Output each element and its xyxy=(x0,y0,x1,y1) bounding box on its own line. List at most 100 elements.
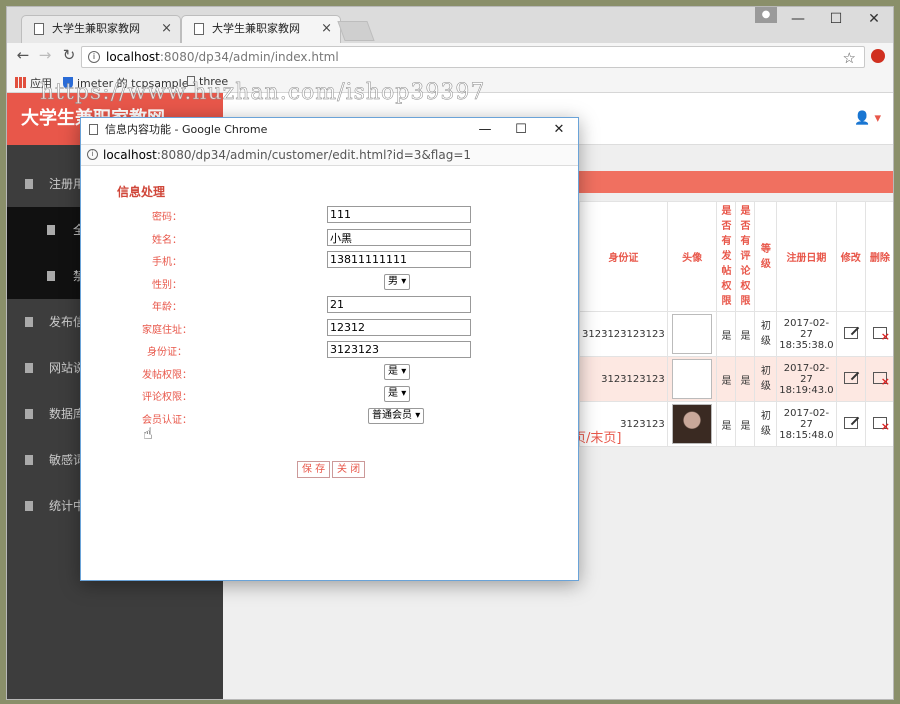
url-host: localhost xyxy=(103,148,157,162)
chevron-down-icon: ▾ xyxy=(401,276,407,287)
cell-avatar xyxy=(666,311,718,357)
edit-button[interactable] xyxy=(835,356,866,402)
cell-idcard: 3123123123123 xyxy=(579,311,668,357)
document-icon xyxy=(34,23,44,35)
cell-comment: 是 xyxy=(735,401,756,447)
post-perm-label: 发帖权限： xyxy=(142,370,192,381)
pager-links[interactable]: 页/末页] xyxy=(573,427,621,446)
close-icon[interactable]: × xyxy=(161,16,172,42)
address-label: 家庭住址： xyxy=(142,325,192,336)
age-label: 年龄： xyxy=(152,302,182,313)
close-window-button[interactable]: ✕ xyxy=(541,118,577,142)
col-header-avatar: 头像 xyxy=(666,201,718,312)
edit-icon xyxy=(843,371,858,384)
col-header-edit: 修改 xyxy=(835,201,866,312)
address-bar[interactable]: i localhost:8080/dp34/admin/index.html ☆ xyxy=(81,46,865,68)
post-perm-select[interactable]: 是 ▾ xyxy=(384,364,411,380)
table-row: 3123123123 是 是 初级 2017-02-27 18:19:43.0 xyxy=(579,356,893,402)
info-icon[interactable]: i xyxy=(87,149,98,160)
edit-button[interactable] xyxy=(835,401,866,447)
cell-comment: 是 xyxy=(735,356,756,402)
phone-input[interactable] xyxy=(327,251,471,268)
delete-icon xyxy=(872,326,890,343)
chevron-down-icon: ▾ xyxy=(401,388,407,399)
apps-grid-icon xyxy=(15,77,26,88)
avatar xyxy=(672,404,713,444)
file-icon xyxy=(25,179,33,189)
col-header-comment-perm: 是否有评论权限 xyxy=(735,201,756,312)
address-input[interactable] xyxy=(327,319,471,336)
cell-avatar xyxy=(666,401,718,447)
file-icon xyxy=(25,501,33,511)
forward-arrow-icon[interactable]: → xyxy=(35,46,55,64)
reload-icon[interactable]: ↻ xyxy=(59,46,79,64)
tab-active[interactable]: 大学生兼职家教网 × xyxy=(181,15,341,43)
cell-avatar xyxy=(666,356,718,402)
delete-icon xyxy=(872,416,890,433)
popup-address-bar[interactable]: i localhost:8080/dp34/admin/customer/edi… xyxy=(81,144,578,166)
form-title: 信息处理 xyxy=(117,185,166,199)
minimize-button[interactable]: — xyxy=(467,118,503,142)
delete-button[interactable] xyxy=(864,401,893,447)
tab-bar: 大学生兼职家教网 × 大学生兼职家教网 × ● — ☐ ✕ xyxy=(7,7,893,43)
edit-button[interactable] xyxy=(835,311,866,357)
gender-select[interactable]: 男 ▾ xyxy=(384,274,411,290)
tab-title: 大学生兼职家教网 xyxy=(212,22,300,35)
back-arrow-icon[interactable]: ← xyxy=(13,46,33,64)
comment-perm-select[interactable]: 是 ▾ xyxy=(384,386,411,402)
document-icon xyxy=(194,23,204,35)
maximize-button[interactable]: ☐ xyxy=(817,7,855,31)
age-input[interactable] xyxy=(327,296,471,313)
edit-icon xyxy=(843,326,858,339)
name-input[interactable] xyxy=(327,229,471,246)
url-path: :8080/dp34/admin/customer/edit.html?id=3… xyxy=(156,148,472,162)
file-icon xyxy=(25,409,33,419)
popup-title: 信息内容功能 - Google Chrome xyxy=(105,123,268,136)
comment-perm-label: 评论权限： xyxy=(142,392,192,403)
password-input[interactable] xyxy=(327,206,471,223)
close-button[interactable]: 关 闭 xyxy=(332,461,366,478)
cell-idcard: 3123123123 xyxy=(579,356,668,402)
save-button[interactable]: 保 存 xyxy=(297,461,331,478)
watermark-text: https://www.huzhan.com/ishop39397 xyxy=(40,80,486,106)
document-icon xyxy=(89,124,98,135)
close-icon[interactable]: × xyxy=(321,16,332,42)
col-header-idcard: 身份证 xyxy=(579,201,668,312)
new-tab-button[interactable] xyxy=(337,21,375,41)
info-icon[interactable]: i xyxy=(88,51,100,63)
member-label: 会员认证： xyxy=(142,415,192,426)
tab-first[interactable]: 大学生兼职家教网 × xyxy=(21,15,181,43)
member-select[interactable]: 普通会员 ▾ xyxy=(368,408,425,424)
idcard-label: 身份证： xyxy=(147,347,187,358)
close-window-button[interactable]: ✕ xyxy=(855,7,893,31)
cell-date: 2017-02-27 18:35:38.0 xyxy=(776,311,837,357)
col-header-post-perm: 是否有发帖权限 xyxy=(716,201,737,312)
url-host: localhost xyxy=(106,50,160,64)
user-menu-icon[interactable]: 👤 ▾ xyxy=(854,111,881,126)
maximize-button[interactable]: ☐ xyxy=(503,118,539,142)
url-path: :8080/dp34/admin/index.html xyxy=(159,50,339,64)
cell-level: 初级 xyxy=(754,311,778,357)
file-icon xyxy=(47,271,55,281)
edit-icon xyxy=(843,416,858,429)
cell-post: 是 xyxy=(716,311,737,357)
table-row: 3123123123123 是 是 初级 2017-02-27 18:35:38… xyxy=(579,311,893,357)
bookmark-star-icon[interactable]: ☆ xyxy=(843,48,856,68)
cell-date: 2017-02-27 18:19:43.0 xyxy=(776,356,837,402)
col-header-level: 等级 xyxy=(754,201,778,312)
minimize-button[interactable]: — xyxy=(779,7,817,31)
table-row: 3123123 是 是 初级 2017-02-27 18:15:48.0 xyxy=(579,401,893,447)
profile-icon[interactable]: ● xyxy=(755,7,777,23)
cell-level: 初级 xyxy=(754,401,778,447)
idcard-input[interactable] xyxy=(327,341,471,358)
edit-popup-window: 信息内容功能 - Google Chrome — ☐ ✕ i localhost… xyxy=(80,117,579,581)
extension-icon[interactable] xyxy=(871,49,885,63)
gender-label: 性别： xyxy=(152,280,182,291)
cell-date: 2017-02-27 18:15:48.0 xyxy=(776,401,837,447)
delete-button[interactable] xyxy=(864,311,893,357)
broken-image-icon xyxy=(672,359,713,399)
col-header-delete: 删除 xyxy=(864,201,893,312)
chevron-down-icon: ▾ xyxy=(401,366,407,377)
delete-button[interactable] xyxy=(864,356,893,402)
popup-titlebar: 信息内容功能 - Google Chrome — ☐ ✕ xyxy=(81,118,578,142)
